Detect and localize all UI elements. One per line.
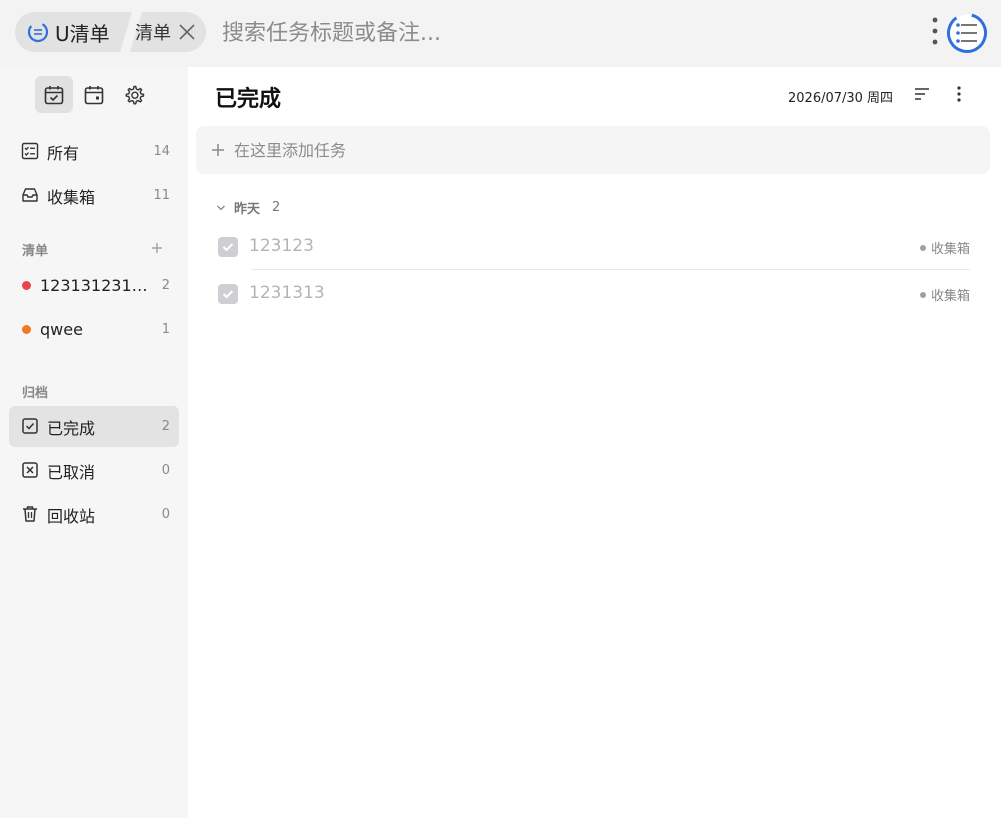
divider [252,269,970,270]
task-row[interactable]: 123123 收集箱 [216,224,970,270]
checkmark-icon [222,290,234,299]
sidebar: 所有 14 收集箱 11 清单 1231312314... 2 qwee 1 归… [0,67,188,818]
sidebar-item-label: qwee [40,320,83,339]
sidebar-item-list-1231312314[interactable]: 1231312314... 2 [9,265,179,306]
sidebar-item-count: 2 [161,278,170,293]
sidebar-item-cancelled[interactable]: 已取消 0 [9,450,179,491]
tag-label: 收集箱 [930,242,970,257]
cancel-box-icon [22,462,38,478]
add-list-icon[interactable] [150,241,164,255]
sidebar-item-label: 回收站 [47,506,96,526]
sidebar-item-label: 已完成 [47,418,96,438]
more-vertical-icon[interactable] [926,15,944,47]
top-bar: U清单 清单 [0,0,1001,67]
sidebar-item-label: 收集箱 [47,187,96,207]
close-icon[interactable] [177,22,197,42]
sidebar-item-label: 已取消 [47,462,96,482]
sort-icon[interactable] [913,85,931,103]
trash-icon [23,506,37,522]
sidebar-item-count: 1 [161,322,170,337]
sidebar-item-trash[interactable]: 回收站 0 [9,494,179,535]
sidebar-item-completed[interactable]: 已完成 2 [9,406,179,447]
checkbox-icon [22,418,38,434]
sidebar-item-count: 11 [153,188,170,203]
sidebar-item-count: 0 [161,507,170,522]
calendar-view-button[interactable] [75,76,113,113]
tag-label: 收集箱 [930,289,970,304]
app-home-button[interactable]: U清单 [27,12,110,52]
app-name: U清单 [55,21,110,46]
sidebar-item-count: 2 [161,419,170,434]
sidebar-item-list-qwee[interactable]: qwee 1 [9,309,179,350]
list-color-dot [22,325,31,334]
task-title: 123123 [249,236,314,256]
archive-section-title: 归档 [22,386,49,401]
calendar-check-icon [44,85,64,104]
inbox-icon [22,188,38,202]
list-color-dot [22,281,31,290]
sidebar-item-inbox[interactable]: 收集箱 11 [9,175,179,216]
task-title: 1231313 [249,283,325,303]
task-group-header[interactable]: 昨天 2 [216,198,280,217]
settings-button[interactable] [115,76,153,113]
add-task-bar [196,126,990,174]
task-list-tag: 收集箱 [919,238,970,257]
app-logo-icon [27,21,49,43]
checkmark-icon [222,243,234,252]
task-list-tag: 收集箱 [919,285,970,304]
plus-icon[interactable] [211,143,225,157]
main-panel: 已完成 2026/07/30 周四 昨天 2 123123 [188,67,1001,818]
page-title: 已完成 [215,87,282,112]
group-name: 昨天 [234,202,261,217]
tab-list[interactable]: 清单 [135,12,171,52]
sidebar-item-label: 所有 [47,143,80,163]
task-row[interactable]: 1231313 收集箱 [216,271,970,317]
chevron-down-icon [217,205,225,210]
group-count: 2 [272,200,281,215]
sidebar-item-count: 14 [153,144,170,159]
tag-dot [919,244,926,251]
more-vertical-icon[interactable] [950,85,968,103]
breadcrumb-pill: U清单 清单 [15,12,206,52]
calendar-icon [84,85,104,104]
search-input[interactable] [222,14,862,52]
task-view-button[interactable] [35,76,73,113]
list-checklist-icon [21,142,39,160]
sidebar-view-switcher [35,76,155,113]
current-date: 2026/07/30 周四 [788,91,894,106]
sidebar-item-count: 0 [161,463,170,478]
add-task-input[interactable] [234,135,954,165]
lists-section-title: 清单 [22,244,49,259]
gear-icon [125,85,145,104]
tag-dot [919,291,926,298]
task-checkbox[interactable] [218,237,238,257]
app-menu-logo-icon[interactable] [945,12,989,54]
sidebar-item-label: 1231312314... [40,276,152,295]
task-checkbox[interactable] [218,284,238,304]
sidebar-item-all[interactable]: 所有 14 [9,131,179,172]
